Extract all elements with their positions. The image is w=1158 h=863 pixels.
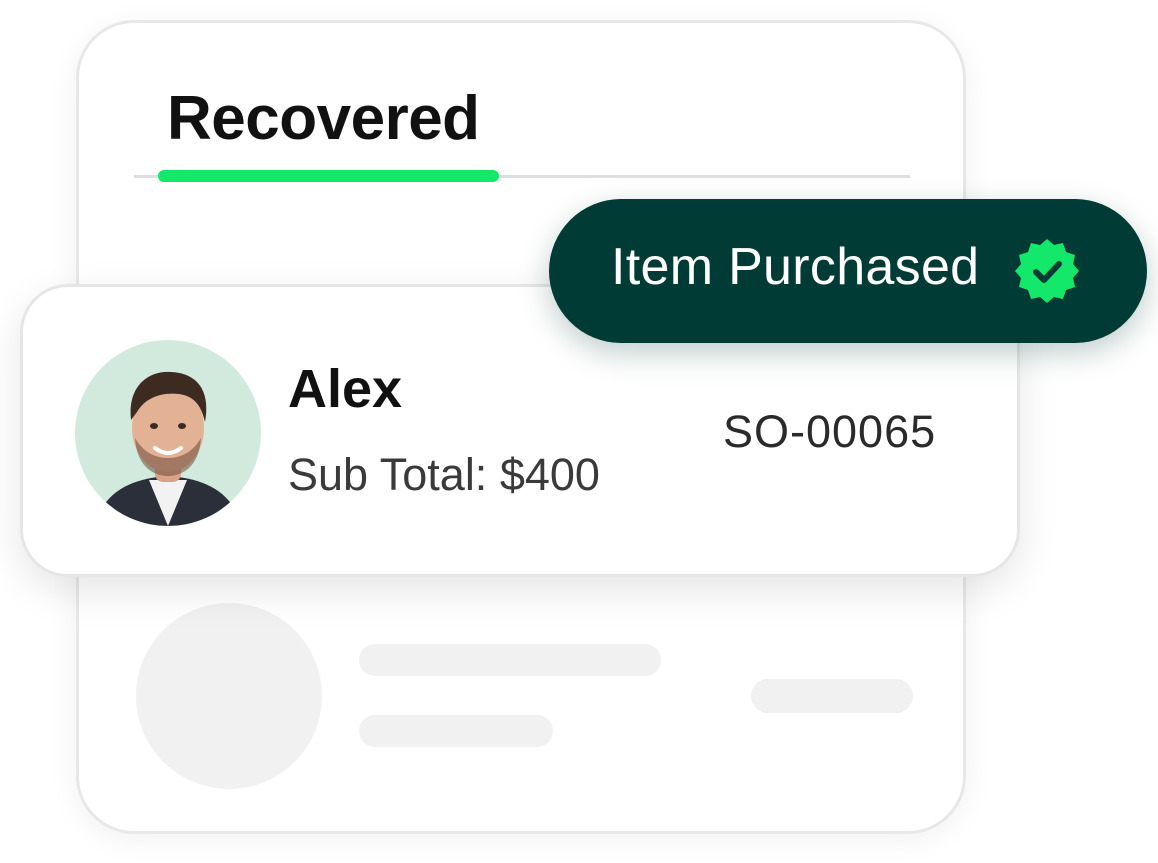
order-id: SO-00065 — [723, 406, 937, 457]
placeholder-avatar — [136, 603, 322, 789]
placeholder-line — [359, 644, 661, 676]
placeholder-tag — [751, 679, 913, 713]
status-badge: Item Purchased — [549, 199, 1147, 343]
tab-recovered[interactable]: Recovered — [167, 83, 480, 154]
avatar — [75, 340, 261, 526]
tab-active-indicator — [158, 170, 499, 182]
verified-check-icon — [1015, 239, 1079, 303]
status-badge-label: Item Purchased — [611, 238, 980, 296]
person-photo-icon — [95, 371, 241, 526]
subtotal-text: Sub Total: $400 — [288, 449, 600, 500]
placeholder-line — [359, 715, 553, 747]
customer-name: Alex — [288, 359, 403, 419]
canvas: Recovered Alex Sub Total: $400 SO-00065 … — [0, 0, 1158, 863]
